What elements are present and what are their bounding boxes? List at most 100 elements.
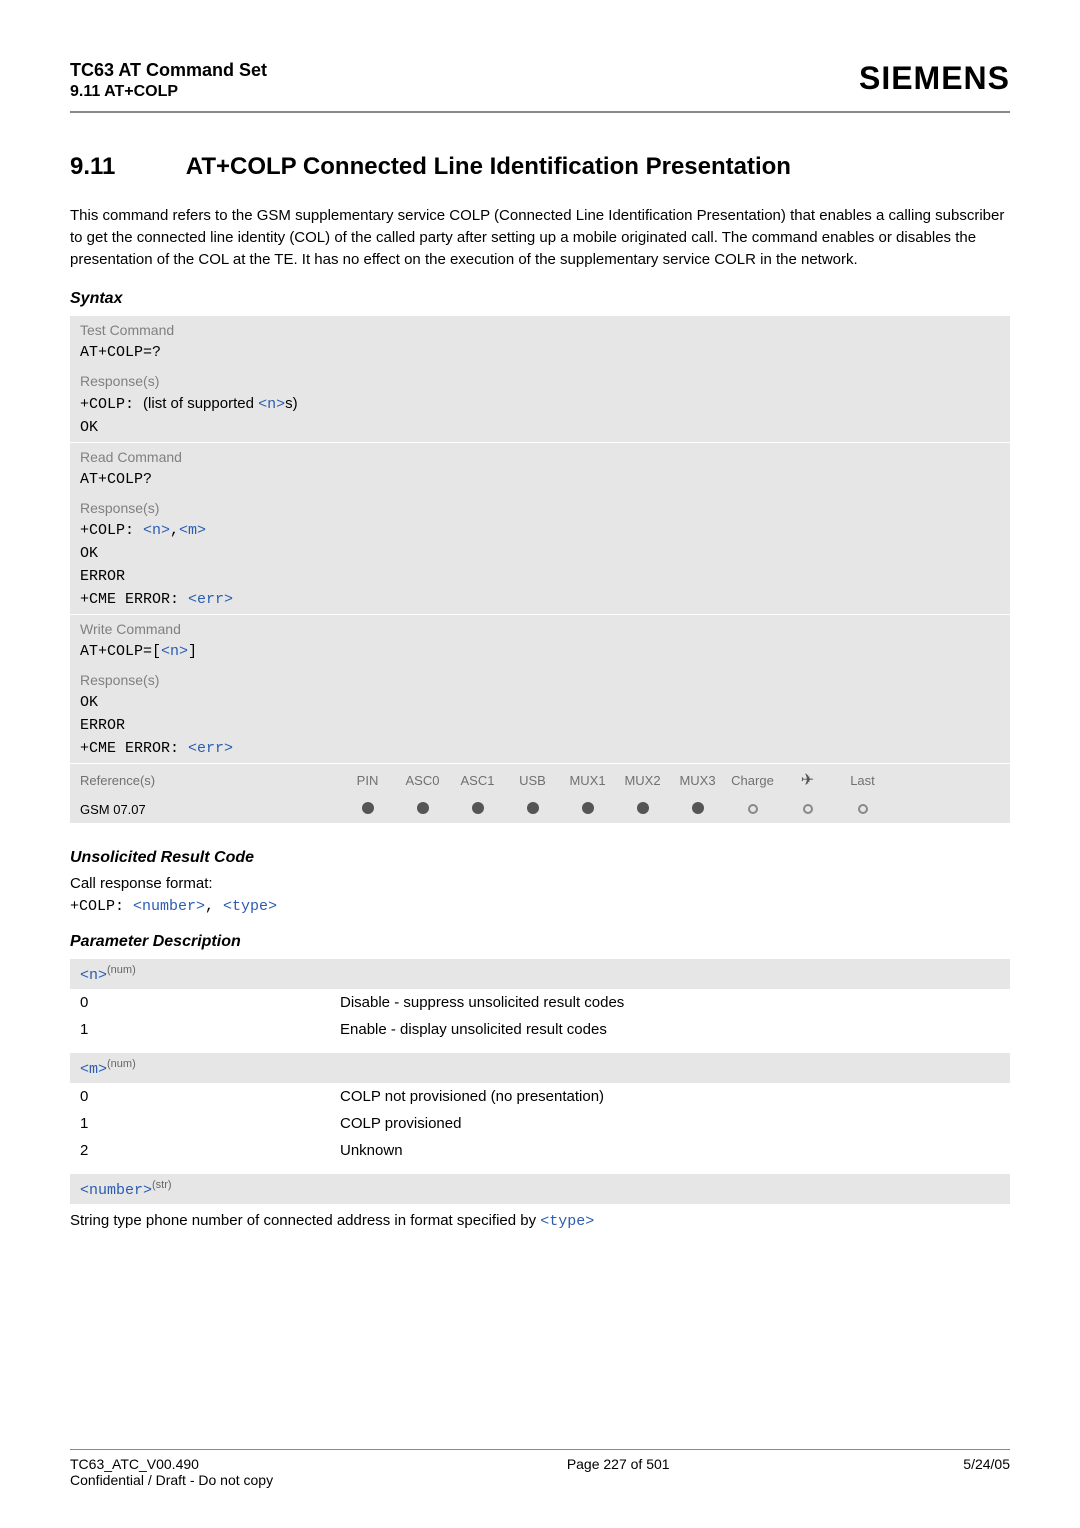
test-resp-prefix: +COLP: — [80, 396, 134, 413]
read-cme-prefix: +CME ERROR: — [80, 591, 188, 608]
write-cmd-suffix: ] — [188, 643, 197, 660]
read-resp-prefix: +COLP: — [80, 522, 143, 539]
dot-icon — [362, 802, 374, 814]
read-resp-n: <n> — [143, 522, 170, 539]
param-n-val-0: Disable - suppress unsolicited result co… — [340, 994, 1000, 1011]
read-response-line1: +COLP: <n>,<m> — [70, 520, 1010, 545]
footer-page-number: Page 227 of 501 — [567, 1456, 670, 1488]
param-m-sup: (num) — [107, 1058, 136, 1070]
section-heading: 9.11 AT+COLP Connected Line Identificati… — [70, 153, 1010, 181]
ref-dot-asc0 — [395, 802, 450, 817]
ref-dot-mux1 — [560, 802, 615, 817]
footer-date: 5/24/05 — [963, 1456, 1010, 1488]
write-command-cmd: AT+COLP=[<n>] — [70, 641, 1010, 666]
param-m-val-2: Unknown — [340, 1142, 1000, 1159]
ref-dot-airplane — [780, 802, 835, 817]
param-m-block: <m>(num) 0 COLP not provisioned (no pres… — [70, 1053, 1010, 1164]
urc-prefix: +COLP: — [70, 898, 133, 915]
param-number-head: <number>(str) — [70, 1174, 1010, 1204]
param-number-block: <number>(str) String type phone number o… — [70, 1174, 1010, 1230]
test-response-label: Response(s) — [70, 367, 1010, 393]
write-response-label: Response(s) — [70, 666, 1010, 692]
ref-dot-mux2 — [615, 802, 670, 817]
param-n-tag: <n> — [80, 967, 107, 984]
test-response-line: +COLP: (list of supported <n>s) — [70, 393, 1010, 419]
dot-icon — [472, 802, 484, 814]
test-response-ok: OK — [70, 419, 1010, 442]
section-intro: This command refers to the GSM supplemen… — [70, 205, 1010, 270]
read-cme-err: <err> — [188, 591, 233, 608]
test-command-block: Test Command AT+COLP=? Response(s) +COLP… — [70, 316, 1010, 442]
dot-icon — [637, 802, 649, 814]
param-n-row-1: 1 Enable - display unsolicited result co… — [70, 1016, 1010, 1043]
param-m-row-1: 1 COLP provisioned — [70, 1110, 1010, 1137]
param-m-key-2: 2 — [80, 1142, 340, 1159]
ref-dot-pin — [340, 802, 395, 817]
param-number-note-pre: String type phone number of connected ad… — [70, 1212, 540, 1229]
ref-dot-charge — [725, 802, 780, 817]
read-command-cmd: AT+COLP? — [70, 469, 1010, 494]
param-number-note-link: <type> — [540, 1213, 594, 1230]
read-response-ok: OK — [70, 545, 1010, 568]
footer-confidential: Confidential / Draft - Do not copy — [70, 1472, 273, 1488]
circle-icon — [748, 804, 758, 814]
urc-desc: Call response format: — [70, 875, 1010, 892]
dot-icon — [527, 802, 539, 814]
doc-section-ref: 9.11 AT+COLP — [70, 83, 267, 101]
test-command-label: Test Command — [70, 316, 1010, 342]
param-m-key-1: 1 — [80, 1115, 340, 1132]
section-number: 9.11 — [70, 153, 180, 181]
read-response-cme: +CME ERROR: <err> — [70, 591, 1010, 614]
ref-col-asc1: ASC1 — [450, 773, 505, 788]
read-response-label: Response(s) — [70, 494, 1010, 520]
brand-logo: SIEMENS — [859, 60, 1010, 97]
write-cmd-n: <n> — [161, 643, 188, 660]
write-cme-err: <err> — [188, 740, 233, 757]
ref-col-airplane-icon: ✈ — [780, 770, 835, 790]
write-response-error: ERROR — [70, 717, 1010, 740]
ref-dot-mux3 — [670, 802, 725, 817]
ref-dot-usb — [505, 802, 560, 817]
dot-icon — [692, 802, 704, 814]
doc-title: TC63 AT Command Set — [70, 60, 267, 81]
param-m-val-1: COLP provisioned — [340, 1115, 1000, 1132]
urc-heading: Unsolicited Result Code — [70, 849, 1010, 867]
page-footer: TC63_ATC_V00.490 Confidential / Draft - … — [70, 1449, 1010, 1488]
write-cmd-prefix: AT+COLP=[ — [80, 643, 161, 660]
write-command-label: Write Command — [70, 615, 1010, 641]
read-resp-comma: , — [170, 522, 179, 539]
param-n-key-1: 1 — [80, 1021, 340, 1038]
test-resp-n: <n> — [258, 396, 285, 413]
param-m-head: <m>(num) — [70, 1053, 1010, 1083]
ref-col-pin: PIN — [340, 773, 395, 788]
write-response-ok: OK — [70, 692, 1010, 717]
param-heading: Parameter Description — [70, 933, 1010, 951]
param-m-row-0: 0 COLP not provisioned (no presentation) — [70, 1083, 1010, 1110]
ref-col-usb: USB — [505, 773, 560, 788]
reference-label: Reference(s) — [80, 773, 340, 788]
section-title: AT+COLP Connected Line Identification Pr… — [186, 153, 791, 180]
urc-code: +COLP: <number>, <type> — [70, 898, 1010, 915]
param-m-key-0: 0 — [80, 1088, 340, 1105]
urc-comma: , — [205, 898, 223, 915]
param-n-block: <n>(num) 0 Disable - suppress unsolicite… — [70, 959, 1010, 1043]
read-command-block: Read Command AT+COLP? Response(s) +COLP:… — [70, 443, 1010, 614]
read-command-label: Read Command — [70, 443, 1010, 469]
param-m-row-2: 2 Unknown — [70, 1137, 1010, 1164]
write-cme-prefix: +CME ERROR: — [80, 740, 188, 757]
ref-col-last: Last — [835, 773, 890, 788]
param-n-row-0: 0 Disable - suppress unsolicited result … — [70, 989, 1010, 1016]
ref-dot-last — [835, 802, 890, 817]
dot-icon — [417, 802, 429, 814]
reference-value: GSM 07.07 — [80, 802, 340, 817]
read-response-error: ERROR — [70, 568, 1010, 591]
param-number-note: String type phone number of connected ad… — [70, 1204, 1010, 1230]
test-command-cmd: AT+COLP=? — [70, 342, 1010, 367]
write-response-cme: +CME ERROR: <err> — [70, 740, 1010, 763]
param-m-tag: <m> — [80, 1061, 107, 1078]
read-resp-m: <m> — [179, 522, 206, 539]
circle-icon — [858, 804, 868, 814]
ref-col-mux3: MUX3 — [670, 773, 725, 788]
ref-col-charge: Charge — [725, 773, 780, 788]
param-n-head: <n>(num) — [70, 959, 1010, 989]
